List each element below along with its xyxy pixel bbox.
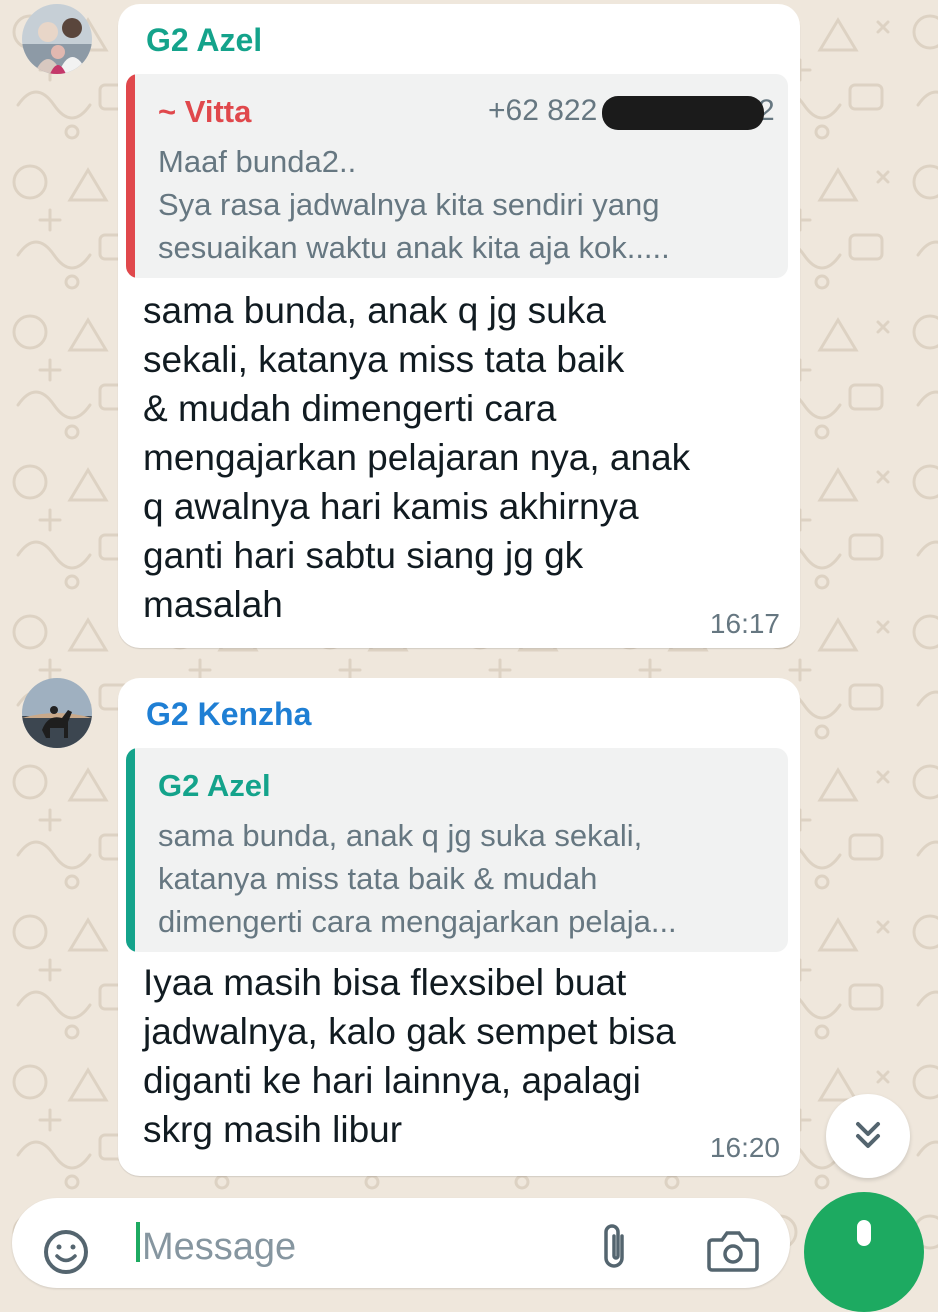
message-line: skrg masih libur: [143, 1109, 403, 1150]
quoted-line: dimengerti cara mengajarkan pelaja...: [158, 904, 677, 939]
quoted-message[interactable]: G2 Azel sama bunda, anak q jg suka sekal…: [126, 748, 788, 952]
horse-photo-avatar[interactable]: [22, 678, 92, 748]
scroll-to-bottom-button[interactable]: [826, 1094, 910, 1178]
message-line: ganti hari sabtu siang jg gk: [143, 535, 584, 576]
message-line: sekali, katanya miss tata baik: [143, 339, 625, 380]
message-line: Iyaa masih bisa flexsibel buat: [143, 962, 627, 1003]
sender-name[interactable]: G2 Kenzha: [146, 696, 311, 733]
quoted-message[interactable]: ~ Vitta +62 822 2 Maaf bunda2.. Sya rasa…: [126, 74, 788, 278]
message-line: mengajarkan pelajaran nya, anak: [143, 437, 691, 478]
mic-icon: [857, 1220, 871, 1246]
quoted-sender-name: G2 Azel: [158, 768, 271, 803]
paperclip-icon[interactable]: [598, 1222, 632, 1272]
message-bubble[interactable]: G2 Kenzha G2 Azel sama bunda, anak q jg …: [118, 678, 800, 1176]
message-line: q awalnya hari kamis akhirnya: [143, 486, 639, 527]
quoted-line: sama bunda, anak q jg suka sekali,: [158, 818, 643, 853]
message-composer[interactable]: Message: [12, 1198, 790, 1288]
mic-button[interactable]: [804, 1192, 924, 1312]
family-photo-avatar[interactable]: [22, 4, 92, 74]
double-chevron-down-icon: [856, 1122, 880, 1148]
quoted-line: katanya miss tata baik & mudah: [158, 861, 598, 896]
sender-name[interactable]: G2 Azel: [146, 22, 262, 59]
quote-accent-bar: [126, 74, 135, 278]
message-input[interactable]: Message: [142, 1226, 296, 1269]
message-line: & mudah dimengerti cara: [143, 388, 557, 429]
quoted-sender-name: ~ Vitta: [158, 94, 252, 129]
message-line: jadwalnya, kalo gak sempet bisa: [143, 1011, 676, 1052]
camera-icon[interactable]: [706, 1228, 760, 1272]
message-line: diganti ke hari lainnya, apalagi: [143, 1060, 641, 1101]
message-timestamp: 16:20: [709, 1132, 780, 1163]
message-line: masalah: [143, 584, 283, 625]
message-timestamp: 16:17: [709, 608, 780, 639]
emoji-icon[interactable]: [42, 1228, 90, 1276]
message-line: sama bunda, anak q jg suka: [143, 290, 606, 331]
quote-accent-bar: [126, 748, 135, 952]
redaction-bar: [602, 96, 764, 130]
message-bubble[interactable]: G2 Azel ~ Vitta +62 822 2 Maaf bunda2.. …: [118, 4, 800, 648]
quoted-line: sesuaikan waktu anak kita aja kok.....: [158, 230, 670, 265]
quoted-sender-phone: +62 822: [488, 94, 598, 127]
quoted-line: Maaf bunda2..: [158, 144, 357, 179]
quoted-line: Sya rasa jadwalnya kita sendiri yang: [158, 187, 660, 222]
text-caret: [136, 1222, 140, 1262]
